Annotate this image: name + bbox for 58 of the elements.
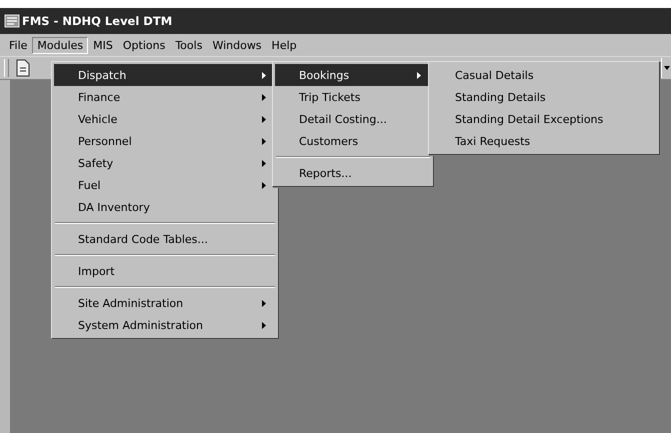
menu-item[interactable]: Help	[266, 36, 302, 54]
menu-item-label: Import	[78, 264, 116, 278]
menu-item[interactable]: Taxi Requests	[431, 130, 657, 152]
submenu-arrow-icon	[262, 160, 266, 166]
submenu-arrow-icon	[417, 72, 421, 78]
menu-item-label: Standing Detail Exceptions	[455, 112, 604, 126]
menu-item[interactable]: Bookings	[275, 64, 431, 86]
submenu-arrow-icon	[262, 94, 266, 100]
menu-item-label: Reports...	[299, 166, 353, 180]
menu-item[interactable]: Tools	[170, 36, 208, 54]
menu-item[interactable]: Finance	[54, 86, 276, 108]
menu-item[interactable]: Standing Details	[431, 86, 657, 108]
window-title: FMS - NDHQ Level DTM	[22, 14, 172, 28]
menu-item[interactable]: MIS	[88, 36, 118, 54]
menu-item[interactable]: Standard Code Tables...	[54, 228, 276, 250]
document-icon[interactable]	[15, 59, 31, 77]
menu-item[interactable]: Casual Details	[431, 64, 657, 86]
menu-item[interactable]: Import	[54, 260, 276, 282]
menu-item[interactable]: Vehicle	[54, 108, 276, 130]
menu-item-label: DA Inventory	[78, 200, 151, 214]
submenu-arrow-icon	[262, 300, 266, 306]
menu-item-label: Casual Details	[455, 68, 535, 82]
menu-item[interactable]: DA Inventory	[54, 196, 276, 218]
menu-item-label: Finance	[78, 90, 122, 104]
submenu-arrow-icon	[262, 138, 266, 144]
menu-item[interactable]: Detail Costing...	[275, 108, 431, 130]
menu-item-label: Standard Code Tables...	[78, 232, 209, 246]
menu-item[interactable]: Safety	[54, 152, 276, 174]
submenu-arrow-icon	[262, 116, 266, 122]
menu-item-label: Personnel	[78, 134, 133, 148]
menu-item-label: Dispatch	[78, 68, 128, 82]
app-icon	[4, 13, 20, 29]
menu-item[interactable]: Modules	[32, 36, 88, 54]
menu-item[interactable]: File	[4, 36, 32, 54]
menu-item[interactable]: Standing Detail Exceptions	[431, 108, 657, 130]
menu-item-label: Bookings	[299, 68, 350, 82]
menu-item[interactable]: Fuel	[54, 174, 276, 196]
menu-item[interactable]: Site Administration	[54, 292, 276, 314]
menu-item[interactable]: System Administration	[54, 314, 276, 336]
menu-item[interactable]: Customers	[275, 130, 431, 152]
menu-item-label: Safety	[78, 156, 114, 170]
menu-item-label: System Administration	[78, 318, 204, 332]
menu-item-label: Detail Costing...	[299, 112, 388, 126]
menu-item-label: Trip Tickets	[299, 90, 362, 104]
menu-item[interactable]: Windows	[207, 36, 267, 54]
menu-item-label: Vehicle	[78, 112, 118, 126]
menu-item[interactable]: Reports...	[275, 162, 431, 184]
submenu-arrow-icon	[262, 322, 266, 328]
menu-item[interactable]: Personnel	[54, 130, 276, 152]
submenu-arrow-icon	[262, 182, 266, 188]
submenu-arrow-icon	[262, 72, 266, 78]
menu-item-label: Customers	[299, 134, 360, 148]
menu-item-label: Fuel	[78, 178, 102, 192]
menu-item-label: Standing Details	[455, 90, 547, 104]
menu-item[interactable]: Options	[118, 36, 170, 54]
menu-item[interactable]: Trip Tickets	[275, 86, 431, 108]
menu-item-label: Site Administration	[78, 296, 184, 310]
menu-item-label: Taxi Requests	[455, 134, 532, 148]
